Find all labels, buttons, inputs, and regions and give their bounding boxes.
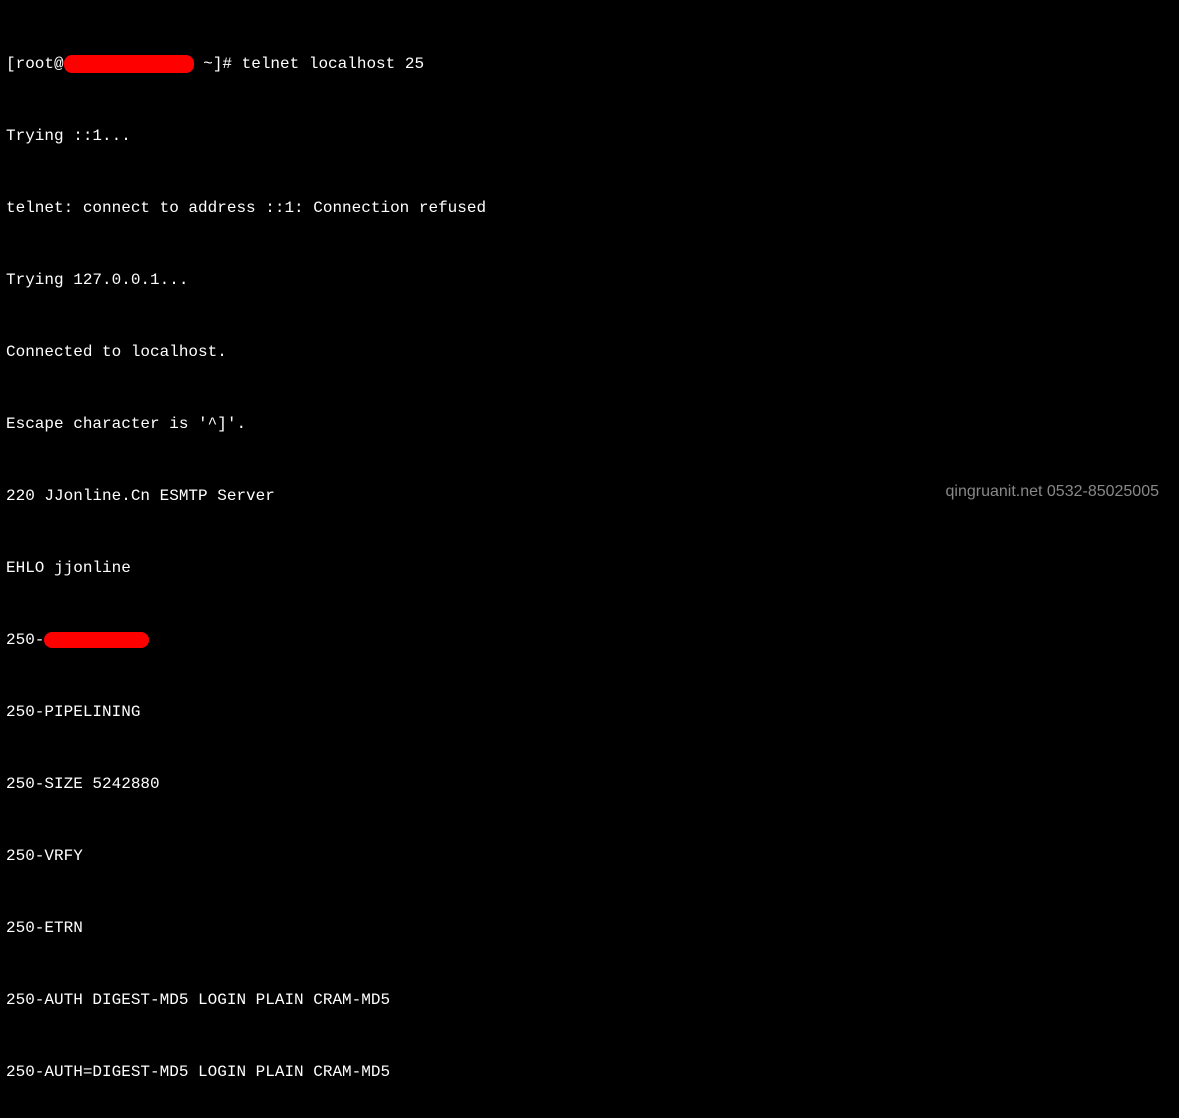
output-line: 250-PIPELINING: [6, 700, 1173, 724]
resp-prefix: 250-: [6, 631, 44, 649]
output-line: 250-AUTH DIGEST-MD5 LOGIN PLAIN CRAM-MD5: [6, 988, 1173, 1012]
watermark-text: qingruanit.net 0532-85025005: [945, 480, 1159, 504]
output-line: 250-ETRN: [6, 916, 1173, 940]
output-line: Trying ::1...: [6, 124, 1173, 148]
prompt-user: [root@: [6, 55, 64, 73]
redacted-hostname: [64, 55, 194, 73]
output-line: Trying 127.0.0.1...: [6, 268, 1173, 292]
output-line: 250-AUTH=DIGEST-MD5 LOGIN PLAIN CRAM-MD5: [6, 1060, 1173, 1084]
output-line: 250-SIZE 5242880: [6, 772, 1173, 796]
output-line: Connected to localhost.: [6, 340, 1173, 364]
command-text: telnet localhost 25: [242, 55, 424, 73]
output-line: telnet: connect to address ::1: Connecti…: [6, 196, 1173, 220]
terminal-output: [root@ ~]# telnet localhost 25 Trying ::…: [6, 4, 1173, 1118]
output-line: 250-VRFY: [6, 844, 1173, 868]
output-line: Escape character is '^]'.: [6, 412, 1173, 436]
input-line: EHLO jjonline: [6, 556, 1173, 580]
prompt-line: [root@ ~]# telnet localhost 25: [6, 52, 1173, 76]
prompt-suffix: ~]#: [194, 55, 242, 73]
redacted-domain: [44, 632, 149, 648]
output-line: 250-: [6, 628, 1173, 652]
